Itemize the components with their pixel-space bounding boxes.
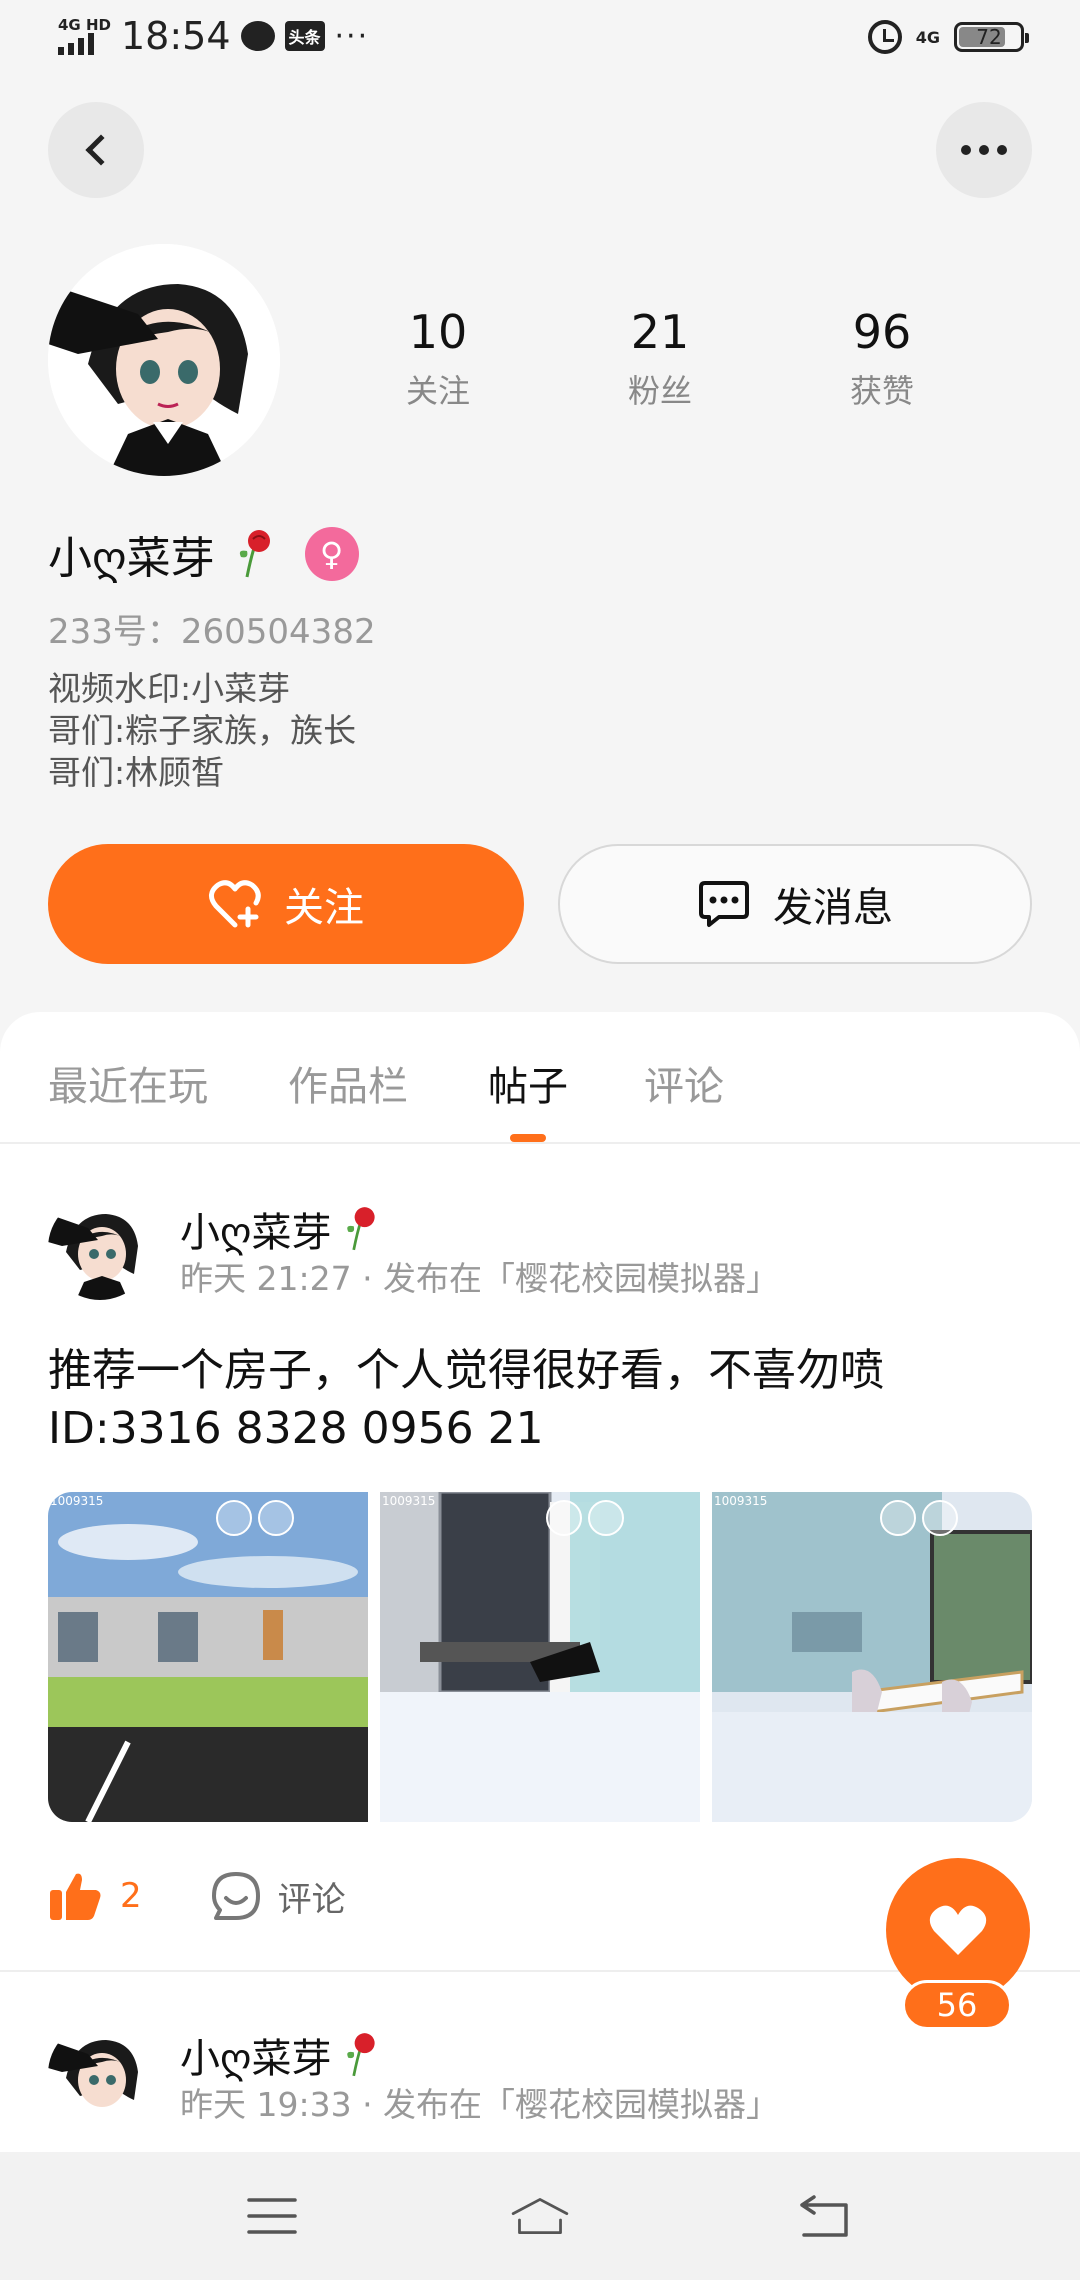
profile-avatar[interactable] — [48, 244, 280, 476]
female-icon: ♀ — [304, 527, 359, 581]
back-nav-button[interactable] — [794, 2188, 854, 2244]
send-message-button[interactable]: 发消息 — [558, 844, 1032, 964]
wechat-icon — [240, 21, 275, 51]
game-logo-icon — [546, 1500, 582, 1536]
alarm-icon — [867, 20, 902, 54]
rose-icon — [239, 530, 270, 578]
bio-line: 哥们:林顾皙 — [48, 753, 225, 792]
fans-label: 粉丝 — [627, 372, 692, 410]
post-image[interactable]: 1009315 — [712, 1492, 1032, 1822]
thumbs-up-icon — [50, 1873, 101, 1920]
image-watermark: 1009315 — [714, 1494, 768, 1508]
game-logo-icon — [588, 1500, 624, 1536]
bio-line: 哥们:粽子家族，族长 — [48, 711, 357, 750]
game-logo-icon — [922, 1500, 958, 1536]
game-logo-icon — [258, 1500, 294, 1536]
tab-recently-played[interactable]: 最近在玩 — [48, 1054, 208, 1112]
follow-button[interactable]: 关注 — [48, 844, 524, 964]
tab-comments[interactable]: 评论 — [644, 1054, 724, 1112]
status-bar: 4G HD 18:54 头条 ··· 4G 72 — [0, 0, 1080, 84]
image-watermark: 1009315 — [382, 1494, 436, 1508]
floating-like-count: 56 — [902, 1980, 1012, 2030]
user-id: 233号：260504382 — [48, 612, 376, 652]
nickname: 小ღ菜芽 — [48, 533, 215, 584]
post-author-name: 小ღ菜芽 — [180, 2036, 332, 2082]
comment-button[interactable]: 评论 — [210, 1870, 346, 1922]
network-indicator: 4G — [915, 27, 940, 47]
following-count: 10 — [408, 305, 468, 359]
post-text-line: 推荐一个房子，个人觉得很好看，不喜勿喷 — [48, 1345, 884, 1396]
nickname-row: 小ღ菜芽 ♀ — [48, 522, 359, 586]
post-actions: 2 评论 — [48, 1870, 346, 1922]
heart-plus-icon — [209, 880, 261, 928]
menu-icon — [247, 2198, 297, 2234]
post-text[interactable]: 推荐一个房子，个人觉得很好看，不喜勿喷 ID:3316 8328 0956 21 — [48, 1342, 1038, 1458]
post-author[interactable]: 小ღ菜芽 — [180, 1200, 381, 1258]
game-logo-icon — [216, 1500, 252, 1536]
fans-count: 21 — [630, 305, 690, 359]
bio-line: 视频水印:小菜芽 — [48, 669, 291, 708]
post-image[interactable]: 1009315 — [48, 1492, 368, 1822]
post-avatar[interactable] — [48, 2022, 152, 2126]
more-icon — [961, 145, 1007, 155]
stat-fans[interactable]: 21 粉丝 — [580, 304, 740, 412]
tab-bar: 最近在玩 作品栏 帖子 评论 — [0, 1012, 1080, 1144]
likes-label: 获赞 — [849, 372, 914, 410]
comment-icon — [211, 1872, 260, 1920]
post-author-name: 小ღ菜芽 — [180, 1210, 332, 1256]
tab-works[interactable]: 作品栏 — [288, 1054, 408, 1112]
post-images: 1009315 1009315 1009315 — [48, 1492, 1032, 1822]
more-options-button[interactable] — [936, 102, 1032, 198]
back-button[interactable] — [48, 102, 144, 198]
heart-icon — [929, 1905, 987, 1955]
tab-indicator — [510, 1134, 546, 1142]
follow-label: 关注 — [284, 885, 364, 931]
return-icon — [800, 2195, 848, 2237]
rose-icon — [347, 1207, 376, 1251]
post-meta[interactable]: 昨天 19:33 · 发布在「樱花校园模拟器」 — [180, 2078, 779, 2126]
system-nav-bar — [0, 2152, 1080, 2280]
home-button[interactable] — [510, 2188, 570, 2244]
like-count: 2 — [120, 1876, 142, 1916]
more-notifications-icon: ··· — [334, 18, 370, 54]
game-logo-icon — [880, 1500, 916, 1536]
bio: 视频水印:小菜芽 哥们:粽子家族，族长 哥们:林顾皙 — [48, 668, 356, 794]
post-avatar[interactable] — [48, 1196, 152, 1300]
stat-following[interactable]: 10 关注 — [358, 304, 518, 412]
following-label: 关注 — [405, 372, 470, 410]
post-image[interactable]: 1009315 — [380, 1492, 700, 1822]
post-author[interactable]: 小ღ菜芽 — [180, 2026, 381, 2084]
rose-icon — [347, 2033, 376, 2077]
like-button[interactable]: 2 — [48, 1870, 142, 1922]
battery-icon: 72 — [954, 22, 1029, 52]
message-label: 发消息 — [773, 885, 893, 931]
message-icon — [699, 881, 749, 927]
back-arrow-icon — [85, 134, 117, 166]
stat-likes[interactable]: 96 获赞 — [802, 304, 962, 412]
likes-count: 96 — [852, 305, 912, 359]
toutiao-icon: 头条 — [284, 21, 325, 51]
image-watermark: 1009315 — [50, 1494, 104, 1508]
menu-button[interactable] — [242, 2188, 302, 2244]
home-icon — [511, 2198, 569, 2234]
post-meta[interactable]: 昨天 21:27 · 发布在「樱花校园模拟器」 — [180, 1252, 779, 1300]
comment-label: 评论 — [277, 1879, 346, 1920]
post-text-line: ID:3316 8328 0956 21 — [48, 1403, 544, 1454]
signal-icon: 4G HD — [58, 17, 111, 55]
clock: 18:54 — [120, 14, 231, 58]
tab-posts[interactable]: 帖子 — [488, 1054, 568, 1112]
